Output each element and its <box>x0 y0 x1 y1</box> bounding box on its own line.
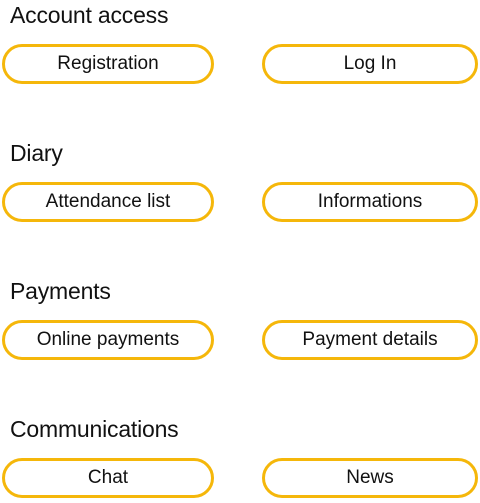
news-button[interactable]: News <box>262 458 478 498</box>
online-payments-button[interactable]: Online payments <box>2 320 214 360</box>
payment-details-button[interactable]: Payment details <box>262 320 478 360</box>
section-title: Communications <box>10 416 179 442</box>
chat-button[interactable]: Chat <box>2 458 214 498</box>
attendance-list-button[interactable]: Attendance list <box>2 182 214 222</box>
registration-button[interactable]: Registration <box>2 44 214 84</box>
log-in-button[interactable]: Log In <box>262 44 478 84</box>
section-title: Diary <box>10 140 63 166</box>
section-title: Account access <box>10 2 169 28</box>
section-title: Payments <box>10 278 111 304</box>
informations-button[interactable]: Informations <box>262 182 478 222</box>
